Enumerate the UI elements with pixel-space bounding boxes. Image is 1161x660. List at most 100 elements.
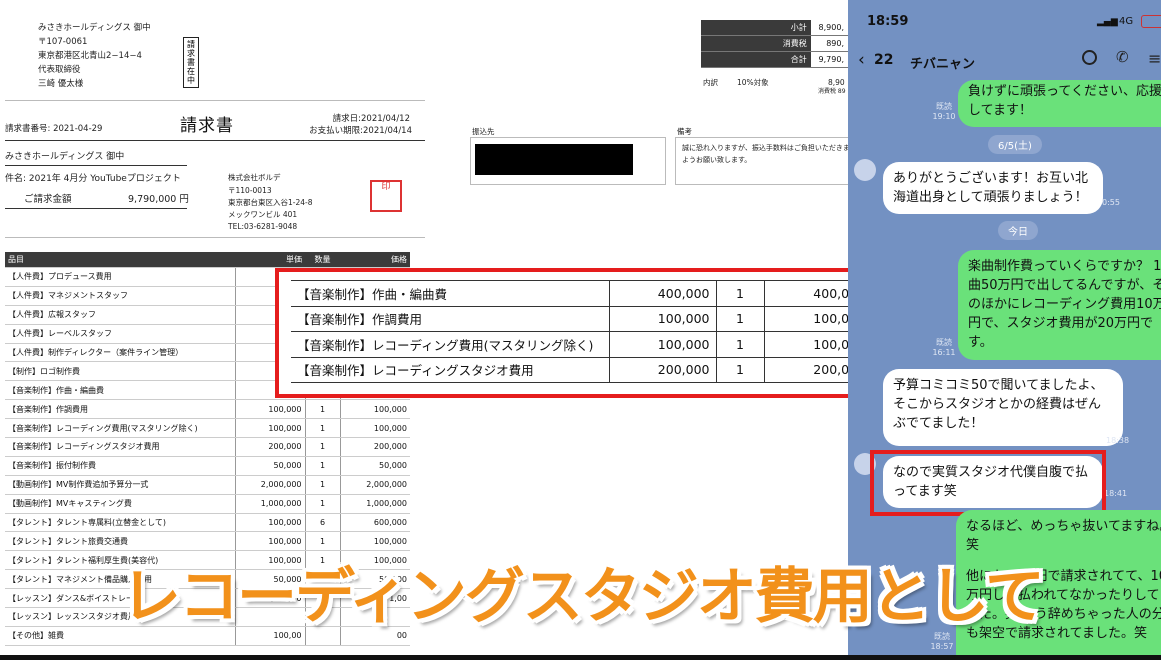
summary-row: 合計 9,790, [701, 51, 848, 68]
column-header: 単価 [235, 252, 305, 268]
table-row: 【動画制作】MV制作費追加予算分一式 2,000,000 1 2,000,000 [5, 475, 410, 495]
zoomed-row: 【音楽制作】レコーディングスタジオ費用 200,000 1 200,000 [291, 356, 871, 383]
item-name: 【人件費】制作ディレクター（案件ライン管理） [5, 343, 235, 363]
client-address: 東京都港区北青山2−14−4 [38, 51, 142, 61]
quantity: 1 [304, 399, 340, 420]
remarks-text: 誠に恐れ入りますが、振込手数料はご負担いただきますようお願い致します。 [682, 144, 849, 164]
message-meta: 18:38 [1106, 436, 1130, 445]
message-meta: 既読 16:11 [932, 338, 956, 357]
quantity: 1 [715, 331, 764, 358]
back-count[interactable]: 22 [874, 52, 893, 68]
unit-price: 100,000 [234, 399, 305, 420]
quantity: 1 [304, 456, 340, 476]
message-outgoing: 楽曲制作費っていくらですか？ 1曲50万円で出してるんですが、そのほかにレコーデ… [958, 250, 1161, 360]
search-icon[interactable] [1082, 50, 1097, 65]
summary-row: 消費税 890, [701, 35, 848, 52]
unit-price: 100,000 [234, 531, 305, 552]
message-meta: 既読 19:10 [932, 102, 956, 121]
issuer-postal: 〒110-0013 [228, 186, 272, 195]
zoomed-row: 【音楽制作】作調費用 100,000 1 100,000 [291, 305, 871, 332]
unit-price: 100,000 [608, 305, 716, 332]
table-row: 【タレント】タレント旅費交通費 100,000 1 100,000 [5, 531, 410, 552]
quantity: 1 [715, 356, 764, 383]
item-name: 【タレント】タレント専属料(立替金として) [5, 513, 235, 533]
unit-price: 100,000 [608, 331, 716, 358]
item-name: 【人件費】プロデュース費用 [5, 267, 235, 287]
message-meta: 0:55 [1102, 198, 1120, 207]
invoice-title: 請求書 [180, 116, 234, 136]
item-name: 【音楽制作】作曲・編曲費 [291, 280, 609, 307]
divider [5, 100, 425, 101]
to-name: みさきホールディングス 御中 [5, 152, 125, 162]
quantity: 1 [304, 475, 340, 495]
date-separator: 6/5(土) [988, 135, 1042, 154]
company-stamp: 印 [370, 180, 402, 212]
remarks-box: 誠に恐れ入りますが、振込手数料はご負担いただきますようお願い致します。 [675, 137, 849, 185]
zoomed-highlight-box: 【音楽制作】作曲・編曲費 400,000 1 400,000 【音楽制作】作調費用 100… [275, 268, 895, 398]
invoice-number: 請求書番号: 2021-04-29 [5, 124, 103, 134]
contact-name: チバニャン [910, 57, 976, 72]
item-name: 【動画制作】MVキャスティング費 [5, 494, 235, 514]
menu-icon[interactable]: ≡ [1148, 49, 1161, 68]
client-name: みさきホールディングス 御中 [38, 23, 151, 33]
column-header: 数量 [305, 252, 340, 268]
quantity: 1 [304, 437, 340, 457]
unit-price: 200,000 [234, 437, 305, 457]
phone-icon[interactable]: ✆ [1116, 48, 1129, 66]
message-incoming: 予算コミコミ50で聞いてましたよ、そこからスタジオとかの経費はぜんぶでてました！ [883, 369, 1123, 446]
line-total: 100,000 [339, 531, 410, 552]
line-total: 600,000 [339, 513, 410, 533]
item-name: 【タレント】タレント旅費交通費 [5, 531, 235, 552]
bottom-bar [0, 655, 1161, 660]
redacted-block [475, 144, 633, 175]
line-total: 2,000,000 [339, 475, 410, 495]
contact-avatar[interactable] [854, 159, 876, 181]
quantity: 1 [304, 531, 340, 552]
due-date: お支払い期限:2021/04/14 [309, 126, 412, 136]
client-person: 三崎 優太様 [38, 79, 84, 89]
column-header: 品目 [5, 252, 235, 268]
subject: 件名: 2021年 4月分 YouTubeプロジェクト [5, 174, 181, 184]
battery-icon [1141, 15, 1161, 28]
divider [5, 140, 425, 141]
table-row: 【音楽制作】振付制作費 50,000 1 50,000 [5, 456, 410, 476]
line-total: 100,000 [339, 418, 410, 439]
item-name: 【人件費】マネジメントスタッフ [5, 286, 235, 306]
unit-price: 100,000 [234, 418, 305, 439]
quantity: 1 [304, 494, 340, 514]
summary-value: 890, [810, 35, 848, 52]
seal-box: 請求書在中 [183, 37, 199, 88]
summary-table: 小計 8,900, 消費税 890, 合計 9,790, [701, 20, 848, 68]
client-role: 代表取締役 [38, 65, 81, 75]
unit-price: 200,000 [608, 356, 716, 383]
video-caption: レコーディングスタジオ費用として [121, 562, 1045, 632]
item-name: 【音楽制作】作調費用 [5, 399, 235, 420]
divider [5, 165, 187, 166]
summary-value: 9,790, [810, 51, 848, 68]
item-name: 【音楽制作】レコーディング費用(マスタリング除く) [5, 418, 235, 439]
breakdown-rate: 10%対象 [737, 78, 769, 87]
item-name: 【音楽制作】レコーディングスタジオ費用 [5, 437, 235, 457]
status-time: 18:59 [867, 14, 909, 29]
table-header: 品目 単価 数量 価格 [5, 252, 410, 268]
signal-icon: ▂▄▆ [1097, 17, 1118, 27]
message-text: なるほど、めっちゃ抜いてますね。笑 [966, 519, 1161, 553]
message-text: ありがとうございます！お互い北海道出身として頑張りましょう！ [893, 171, 1089, 205]
unit-price: 400,000 [608, 280, 716, 307]
table-row: 【動画制作】MVキャスティング費 1,000,000 1 1,000,000 [5, 494, 410, 514]
column-header: 価格 [340, 252, 410, 268]
line-total: 50,000 [339, 456, 410, 476]
item-name: 【制作】ロゴ制作費 [5, 361, 235, 382]
divider [5, 237, 425, 238]
line-total: 100,000 [339, 399, 410, 420]
zoomed-items-table: 【音楽制作】作曲・編曲費 400,000 1 400,000 【音楽制作】作調費用 100… [291, 280, 871, 383]
divider [5, 208, 187, 209]
breakdown-tax: 消費税 89 [818, 88, 846, 95]
issuer-address: 東京都台東区入谷1-24-8 [228, 198, 313, 207]
summary-value: 8,900, [810, 20, 848, 36]
summary-label: 消費税 [701, 35, 811, 52]
back-chevron-icon[interactable]: ‹ [858, 50, 865, 70]
issuer-building: メックワンビル 401 [228, 210, 298, 219]
date-separator: 今日 [998, 221, 1038, 240]
message-outgoing: 負けずに頑張ってください、応援してます！ [958, 80, 1161, 127]
